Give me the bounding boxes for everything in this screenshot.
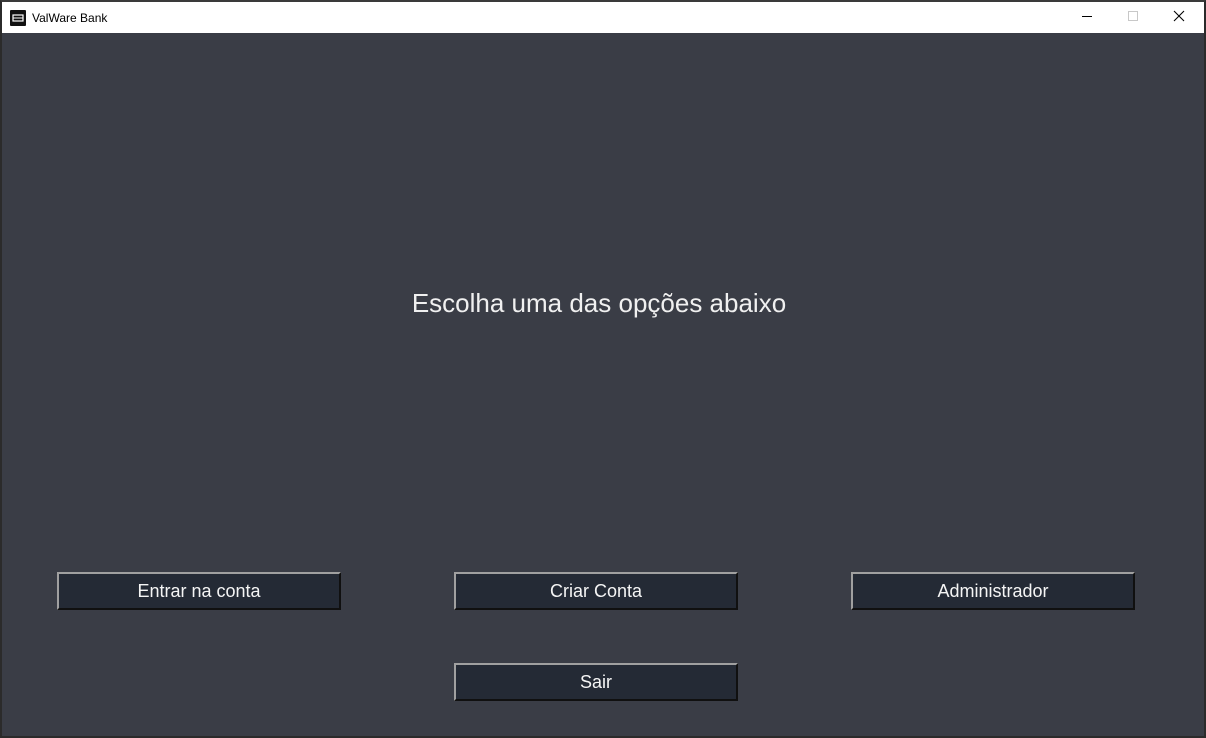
admin-button[interactable]: Administrador [851, 572, 1135, 610]
create-account-button[interactable]: Criar Conta [454, 572, 738, 610]
exit-button[interactable]: Sair [454, 663, 738, 701]
admin-button-label: Administrador [937, 580, 1049, 601]
close-button[interactable] [1156, 2, 1202, 33]
close-icon [1173, 9, 1185, 27]
login-button[interactable]: Entrar na conta [57, 572, 341, 610]
login-button-label: Entrar na conta [137, 580, 261, 601]
exit-button-label: Sair [579, 671, 612, 692]
create-account-button-label: Criar Conta [549, 580, 643, 601]
maximize-icon [1127, 9, 1139, 27]
minimize-button[interactable] [1064, 2, 1110, 33]
main-panel: Escolha uma das opções abaixo Entrar na … [2, 33, 1204, 736]
title-bar[interactable]: ValWare Bank [2, 2, 1204, 33]
bank-app-icon [10, 10, 26, 26]
maximize-button[interactable] [1110, 2, 1156, 33]
minimize-icon [1081, 9, 1093, 27]
page-title: Escolha uma das opções abaixo [411, 288, 787, 318]
window-title: ValWare Bank [32, 11, 108, 25]
app-window: ValWare Bank Escolha uma das opções abai… [0, 0, 1206, 738]
